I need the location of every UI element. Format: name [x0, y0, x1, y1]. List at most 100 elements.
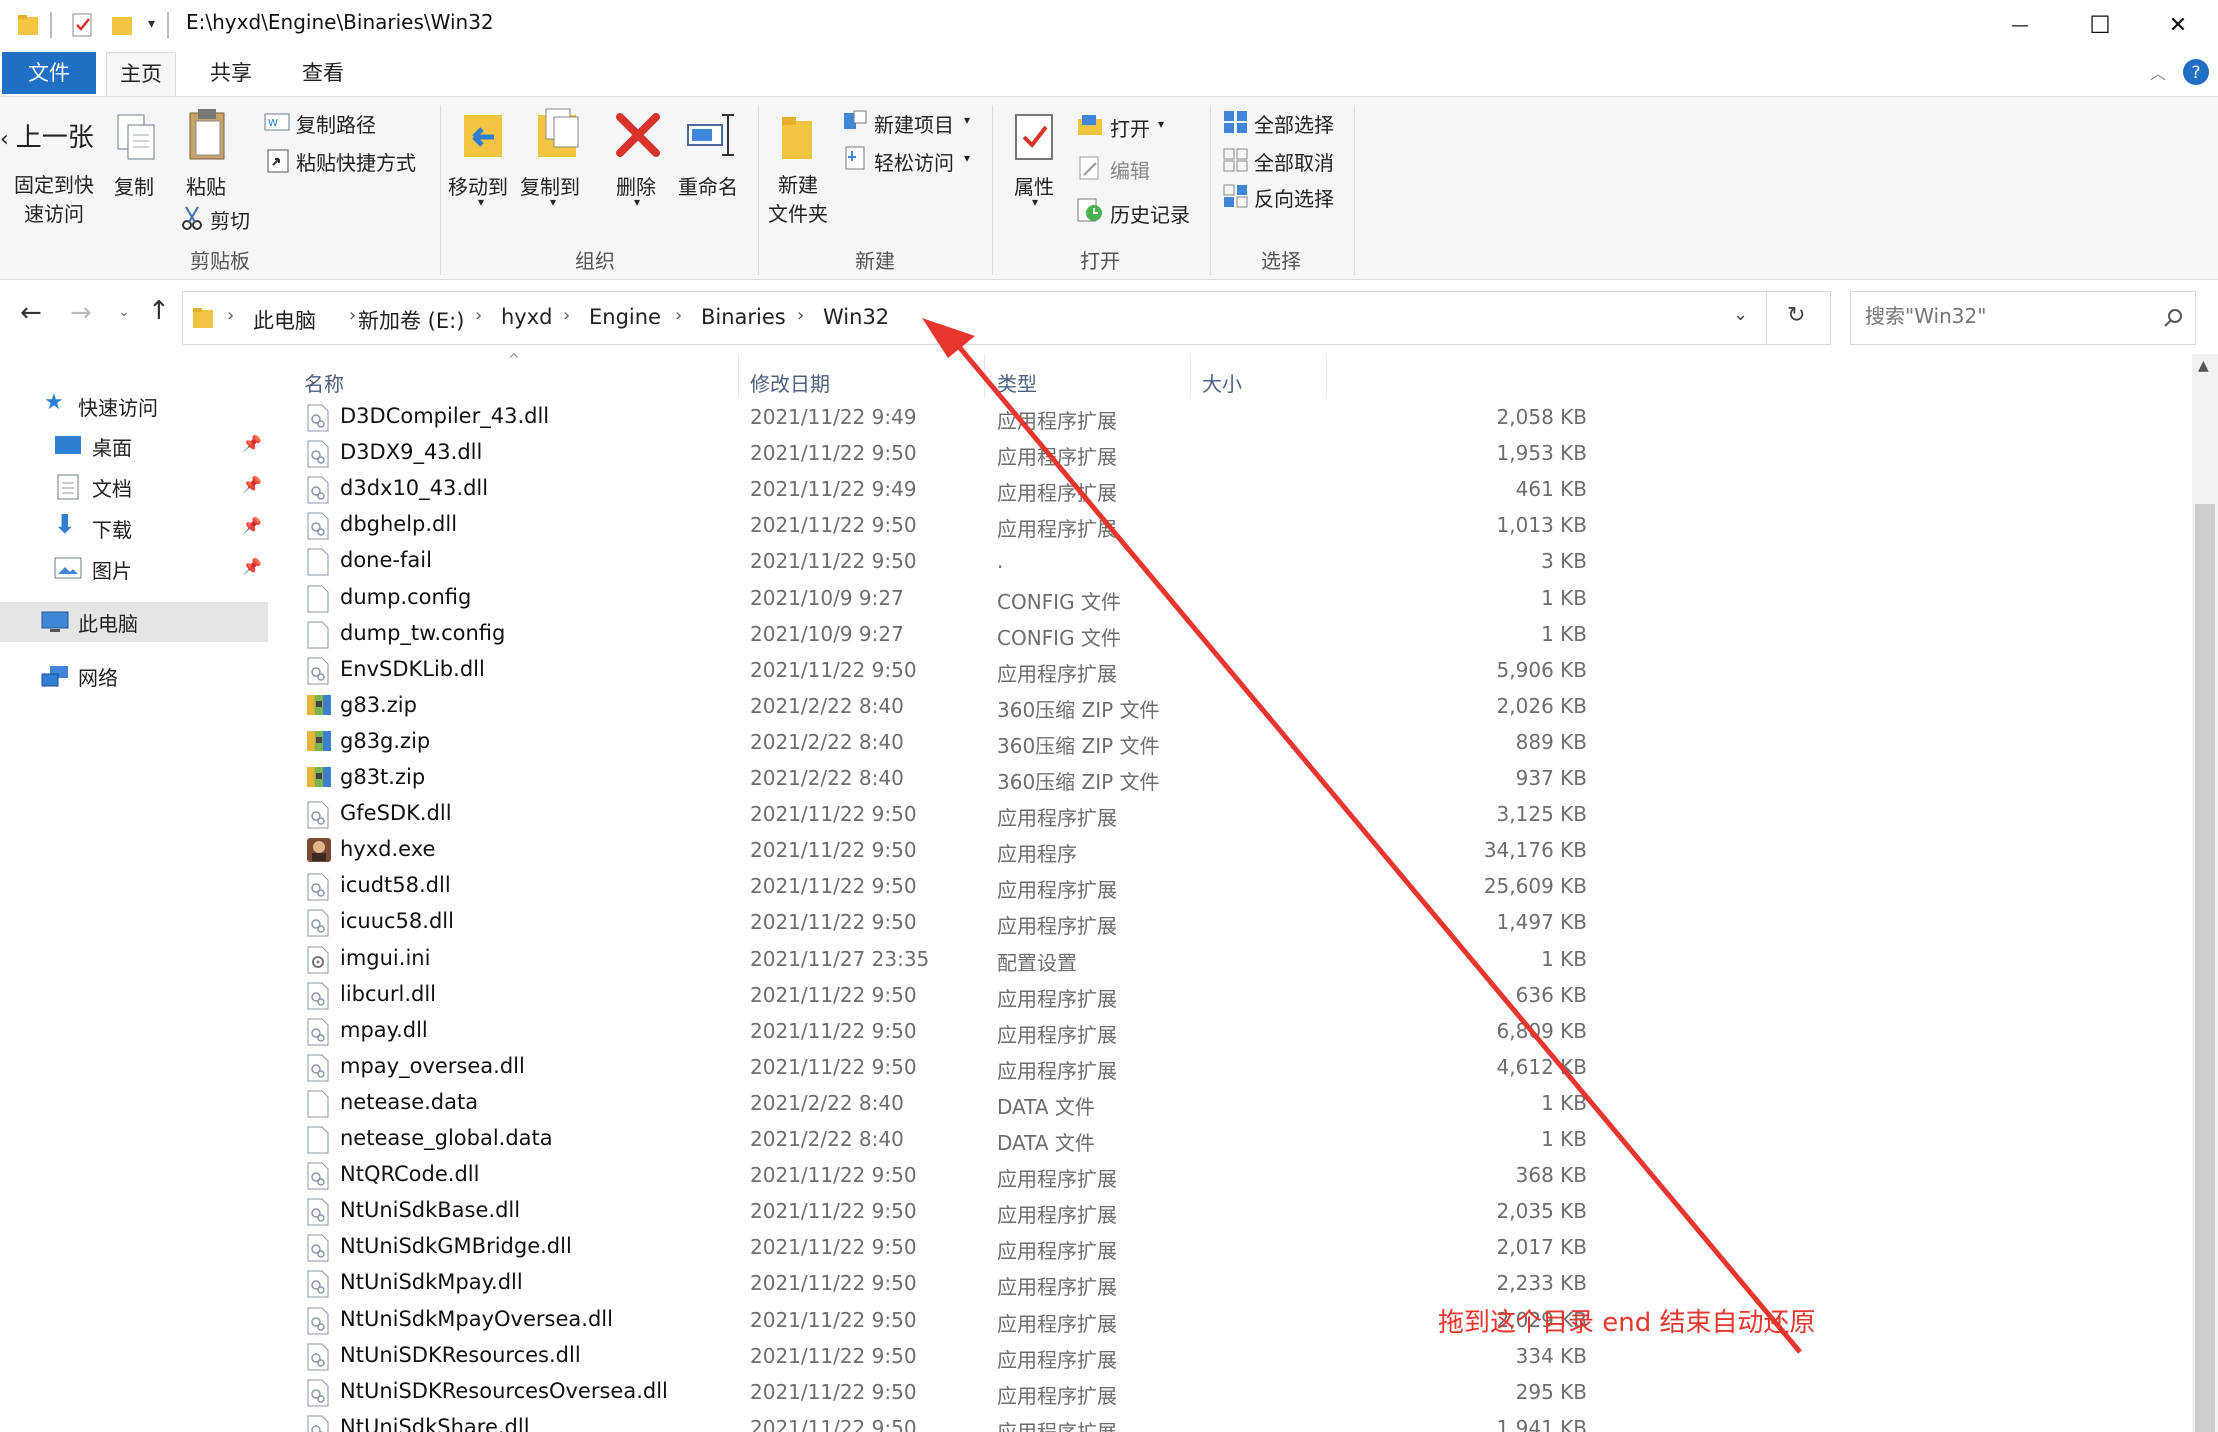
address-bar[interactable]: › 此电脑 › 新加卷 (E:) › hyxd › Engine › Binar… [182, 291, 1767, 345]
breadcrumb-separator-icon[interactable]: › [797, 305, 804, 326]
file-row[interactable]: NtUniSdkGMBridge.dll 2021/11/22 9:50 应用程序扩… [272, 1230, 2192, 1266]
file-row[interactable]: NtUniSDKResources.dll 2021/11/22 9:50 应用程序… [272, 1339, 2192, 1375]
nav-this-pc[interactable]: 此电脑 [0, 602, 268, 642]
file-row[interactable]: icuuc58.dll 2021/11/22 9:50 应用程序扩展 1,497 KB [272, 905, 2192, 941]
open-dropdown-icon[interactable]: ▾ [1158, 117, 1164, 131]
breadcrumb-this-pc[interactable]: 此电脑 [253, 305, 316, 335]
customize-quick-access-icon[interactable]: ▾ [148, 16, 155, 42]
new-item-button[interactable]: 新建项目 [874, 109, 954, 138]
copy-path-button[interactable]: 复制路径 [296, 109, 376, 138]
file-row[interactable]: dump_tw.config 2021/10/9 9:27 CONFIG 文件 1 K… [272, 617, 2192, 653]
file-row[interactable]: d3dx10_43.dll 2021/11/22 9:49 应用程序扩展 461 KB [272, 472, 2192, 508]
breadcrumb-win32[interactable]: Win32 [823, 305, 889, 329]
file-row[interactable]: done-fail 2021/11/22 9:50. 3 KB [272, 544, 2192, 580]
nav-desktop[interactable]: 桌面 📌 [0, 426, 268, 466]
pin-quick-access-button[interactable]: 固定到快 速访问 [14, 171, 94, 229]
file-row[interactable]: mpay_oversea.dll 2021/11/22 9:50 应用程序扩展 4,6… [272, 1050, 2192, 1086]
open-button[interactable]: 打开 [1110, 113, 1150, 142]
pin-icon[interactable]: 📌 [242, 475, 262, 494]
breadcrumb-separator-icon[interactable]: › [675, 305, 682, 326]
tab-share[interactable]: 共享 [196, 52, 266, 94]
file-row[interactable]: hyxd.exe 2021/11/22 9:50 应用程序 34,176 KB [272, 833, 2192, 869]
minimize-button[interactable]: — [1980, 0, 2060, 50]
rename-button[interactable]: 重命名 [678, 171, 738, 200]
file-row[interactable]: NtUniSdkBase.dll 2021/11/22 9:50 应用程序扩展 2,0… [272, 1194, 2192, 1230]
select-all-button[interactable]: 全部选择 [1254, 109, 1334, 138]
easy-access-button[interactable]: 轻松访问 [874, 147, 954, 176]
file-row[interactable]: imgui.ini 2021/11/27 23:35 配置设置 1 KB [272, 942, 2192, 978]
file-row[interactable]: dbghelp.dll 2021/11/22 9:50 应用程序扩展 1,013 KB [272, 508, 2192, 544]
new-folder-button[interactable]: 新建 文件夹 [768, 171, 828, 229]
tab-home[interactable]: 主页 [106, 52, 176, 96]
move-to-icon[interactable] [458, 107, 510, 163]
pin-icon[interactable]: 📌 [242, 557, 262, 576]
properties-dropdown-icon[interactable]: ▾ [1032, 195, 1038, 209]
file-row[interactable]: netease.data 2021/2/22 8:40 DATA 文件 1 KB [272, 1086, 2192, 1122]
pin-icon[interactable]: 📌 [242, 434, 262, 453]
scroll-thumb[interactable] [2195, 504, 2215, 1432]
nav-quick-access[interactable]: ★ 快速访问 [0, 386, 268, 426]
file-row[interactable]: icudt58.dll 2021/11/22 9:50 应用程序扩展 25,609 K… [272, 869, 2192, 905]
column-header-date[interactable]: 修改日期 [750, 368, 830, 397]
scroll-up-icon[interactable]: ▲ [2198, 358, 2209, 374]
search-box[interactable] [1850, 291, 2196, 345]
file-row[interactable]: D3DCompiler_43.dll 2021/11/22 9:49 应用程序扩展 2… [272, 400, 2192, 436]
file-row[interactable]: mpay.dll 2021/11/22 9:50 应用程序扩展 6,809 KB [272, 1014, 2192, 1050]
column-divider[interactable] [984, 354, 985, 398]
prev-image-button[interactable]: ‹ 上一张 [0, 117, 94, 154]
address-dropdown-icon[interactable]: ⌄ [1733, 304, 1748, 325]
invert-selection-button[interactable]: 反向选择 [1254, 183, 1334, 212]
file-row[interactable]: dump.config 2021/10/9 9:27 CONFIG 文件 1 KB [272, 581, 2192, 617]
help-icon[interactable]: ? [2182, 58, 2210, 86]
copy-icon[interactable] [114, 111, 158, 163]
file-row[interactable]: netease_global.data 2021/2/22 8:40 DATA 文件… [272, 1122, 2192, 1158]
new-folder-quick-icon[interactable] [110, 12, 134, 38]
tab-file[interactable]: 文件 [2, 52, 96, 94]
paste-button-label[interactable]: 粘贴 [186, 171, 226, 200]
search-input[interactable] [1865, 304, 2145, 328]
breadcrumb-separator-icon[interactable]: › [475, 305, 482, 326]
file-row[interactable]: g83t.zip 2021/2/22 8:40 360压缩 ZIP 文件 937 KB [272, 761, 2192, 797]
new-folder-icon[interactable] [776, 111, 824, 163]
column-header-name[interactable]: 名称 [304, 368, 344, 397]
file-row[interactable]: D3DX9_43.dll 2021/11/22 9:50 应用程序扩展 1,953 K… [272, 436, 2192, 472]
breadcrumb-binaries[interactable]: Binaries [701, 305, 786, 329]
column-divider[interactable] [1190, 354, 1191, 398]
column-divider[interactable] [1326, 354, 1327, 398]
file-row[interactable]: GfeSDK.dll 2021/11/22 9:50 应用程序扩展 3,125 KB [272, 797, 2192, 833]
back-arrow-icon[interactable]: ← [20, 298, 42, 328]
move-to-dropdown-icon[interactable]: ▾ [478, 195, 484, 209]
copy-to-icon[interactable] [532, 107, 584, 163]
file-row[interactable]: NtUniSdkMpayOversea.dll 2021/11/22 9:50 应用… [272, 1303, 2192, 1339]
breadcrumb-separator-icon[interactable]: › [227, 305, 234, 326]
file-row[interactable]: libcurl.dll 2021/11/22 9:50 应用程序扩展 636 KB [272, 978, 2192, 1014]
forward-arrow-icon[interactable]: → [70, 298, 92, 328]
copy-to-dropdown-icon[interactable]: ▾ [550, 195, 556, 209]
breadcrumb-separator-icon[interactable]: › [563, 305, 570, 326]
pin-icon[interactable]: 📌 [242, 516, 262, 535]
refresh-button[interactable]: ↻ [1767, 291, 1831, 345]
recent-locations-chevron-icon[interactable]: ⌄ [118, 304, 130, 320]
cut-button[interactable]: 剪切 [210, 205, 250, 234]
file-row[interactable]: EnvSDKLib.dll 2021/11/22 9:50 应用程序扩展 5,906 … [272, 653, 2192, 689]
breadcrumb-drive-e[interactable]: 新加卷 (E:) [358, 305, 464, 335]
edit-button[interactable]: 编辑 [1110, 155, 1150, 184]
column-divider[interactable] [738, 354, 739, 398]
breadcrumb-engine[interactable]: Engine [589, 305, 661, 329]
select-none-button[interactable]: 全部取消 [1254, 147, 1334, 176]
nav-downloads[interactable]: ⬇ 下载 📌 [0, 508, 268, 548]
copy-button-label[interactable]: 复制 [114, 171, 154, 200]
new-item-dropdown-icon[interactable]: ▾ [964, 113, 970, 127]
tab-view[interactable]: 查看 [288, 52, 358, 94]
collapse-ribbon-icon[interactable]: ︿ [2150, 60, 2166, 84]
nav-documents[interactable]: 文档 📌 [0, 467, 268, 507]
vertical-scrollbar[interactable]: ▲ [2192, 354, 2218, 1432]
maximize-button[interactable]: ☐ [2060, 0, 2140, 50]
file-row[interactable]: NtQRCode.dll 2021/11/22 9:50 应用程序扩展 368 KB [272, 1158, 2192, 1194]
file-row[interactable]: g83.zip 2021/2/22 8:40 360压缩 ZIP 文件 2,026 K… [272, 689, 2192, 725]
nav-network[interactable]: 网络 [0, 656, 268, 696]
paste-icon[interactable] [186, 107, 230, 163]
properties-quick-icon[interactable] [70, 12, 96, 38]
file-row[interactable]: NtUniSdkShare.dll 2021/11/22 9:50 应用程序扩展 1,… [272, 1411, 2192, 1432]
properties-icon[interactable] [1012, 111, 1058, 163]
